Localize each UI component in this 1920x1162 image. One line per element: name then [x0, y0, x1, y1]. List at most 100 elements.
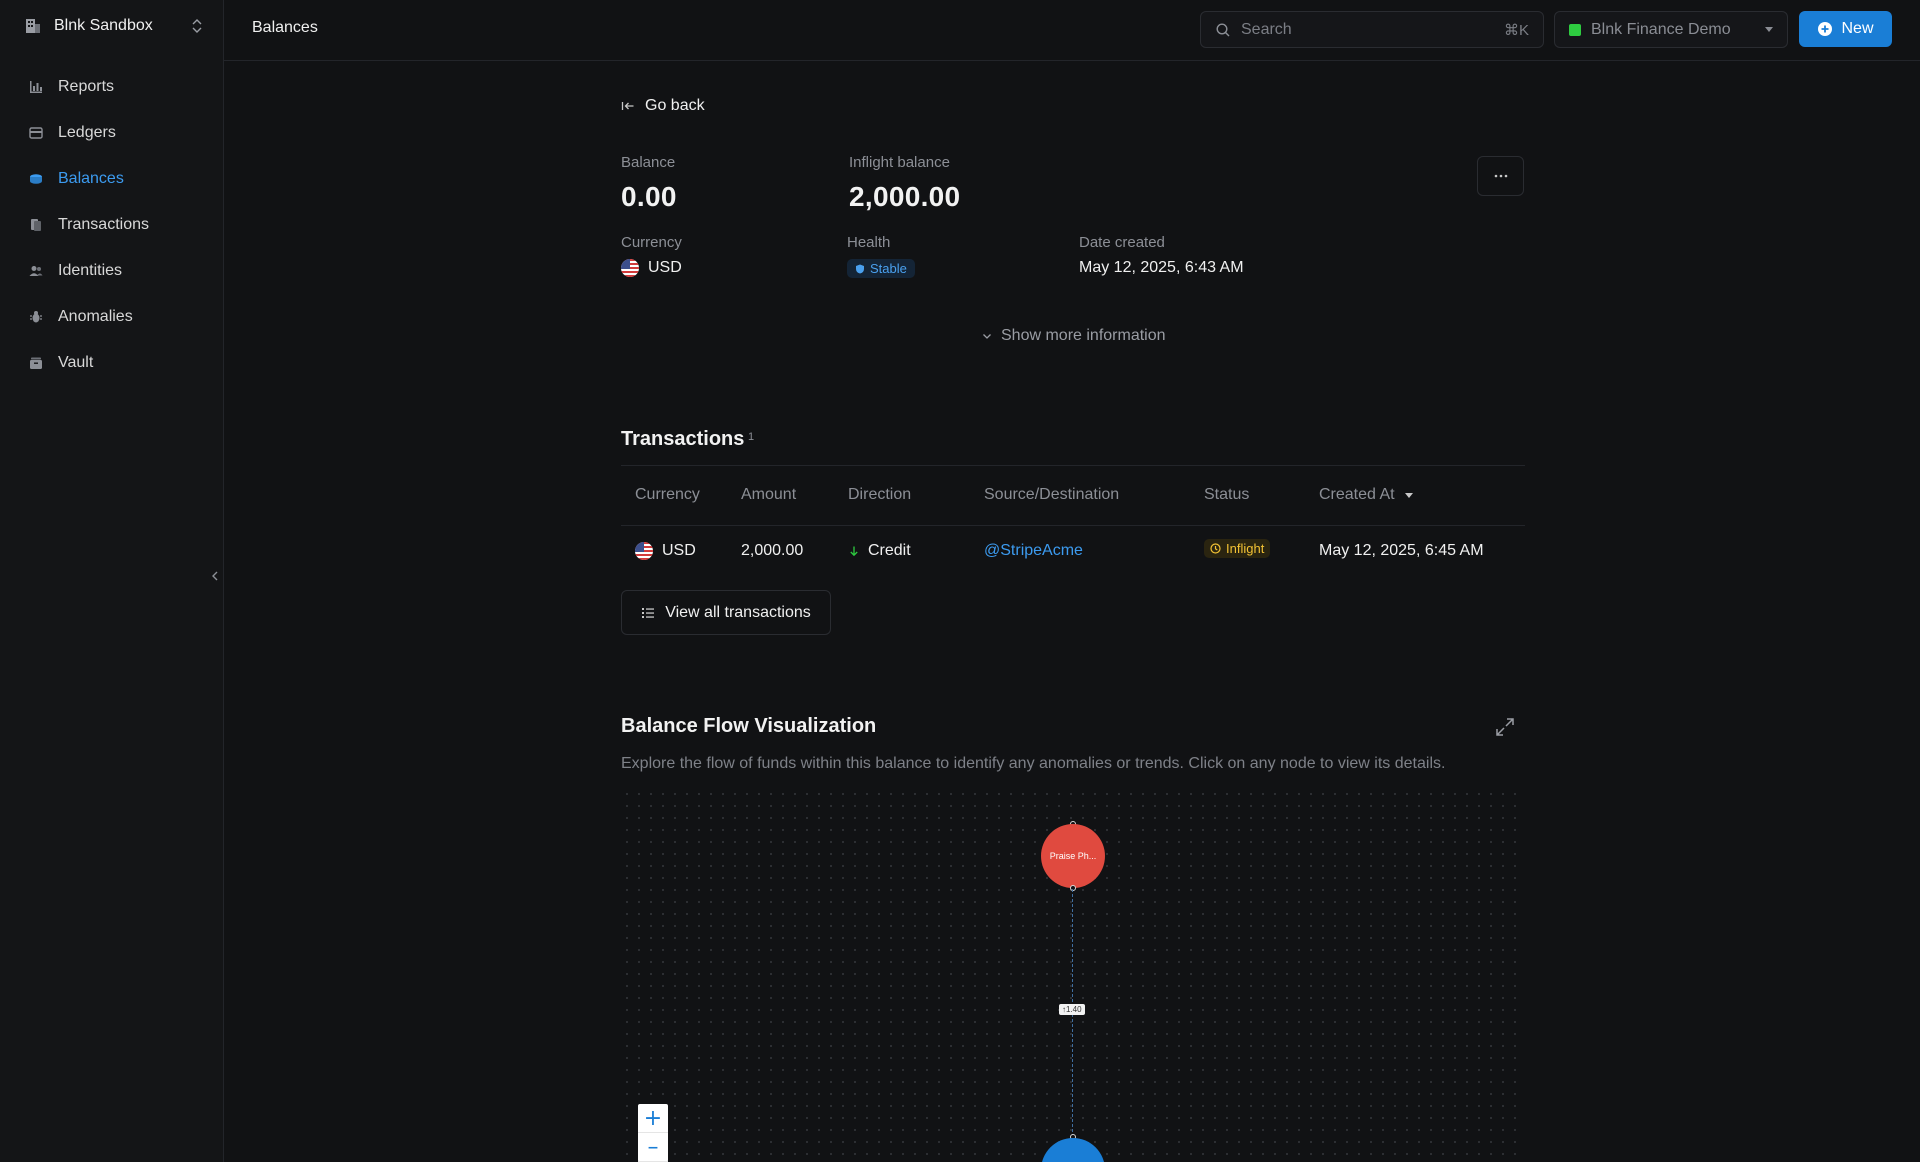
flow-description: Explore the flow of funds within this ba…	[621, 755, 1446, 772]
table-row[interactable]: USD 2,000.00 Credit @StripeAcme Inflight…	[621, 526, 1525, 578]
new-button[interactable]: New	[1799, 11, 1892, 47]
health-badge: Stable	[847, 259, 915, 278]
view-all-label: View all transactions	[665, 603, 811, 621]
workspace-name: Blnk Sandbox	[54, 17, 153, 34]
us-flag-icon	[635, 542, 653, 560]
sidebar-item-balances[interactable]: Balances	[16, 156, 208, 202]
inflight-balance-value: 2,000.00	[849, 181, 961, 212]
building-icon	[26, 19, 40, 33]
status-badge: Inflight	[1204, 539, 1271, 558]
column-header-currency: Currency	[635, 486, 700, 503]
sidebar-item-ledgers[interactable]: Ledgers	[16, 110, 208, 156]
source-node[interactable]: Praise Ph...	[1041, 824, 1105, 888]
transactions-count: 1	[748, 431, 755, 443]
sidebar-item-anomalies[interactable]: Anomalies	[16, 294, 208, 340]
bug-icon	[28, 309, 44, 325]
balance-value: 0.00	[621, 181, 677, 212]
transactions-icon	[28, 217, 44, 233]
organization-icon	[1569, 23, 1581, 36]
organization-select[interactable]: Blnk Finance Demo	[1554, 11, 1788, 48]
sidebar-item-label: Ledgers	[58, 124, 116, 141]
coins-icon	[28, 171, 44, 187]
column-header-created-at[interactable]: Created At	[1319, 486, 1413, 504]
currency-label: Currency	[621, 234, 682, 251]
app-root: Blnk Sandbox Reports Ledgers Balances Tr…	[0, 0, 1920, 1162]
sidebar-item-label: Transactions	[58, 216, 149, 233]
column-header-status: Status	[1204, 486, 1250, 503]
go-back-button[interactable]: Go back	[621, 97, 705, 115]
expand-button[interactable]	[1493, 715, 1517, 739]
flow-canvas[interactable]: Praise Ph... ↑1.40 + –	[621, 788, 1525, 1162]
sidebar-item-label: Identities	[58, 262, 123, 279]
currency-value: USD	[648, 259, 682, 276]
sort-desc-icon	[1404, 492, 1413, 498]
page-title: Balances	[252, 19, 318, 36]
vault-icon	[28, 355, 44, 371]
balance-stat: Balance 0.00	[621, 154, 677, 213]
sidebar-item-label: Anomalies	[58, 308, 133, 325]
workspace-switcher[interactable]: Blnk Sandbox	[24, 12, 204, 40]
organization-name: Blnk Finance Demo	[1591, 20, 1731, 38]
collapse-sidebar-button[interactable]	[208, 566, 222, 586]
row-direction-value: Credit	[868, 542, 911, 559]
sidebar-item-label: Reports	[58, 78, 115, 95]
chevron-up-down-icon	[192, 19, 202, 33]
view-all-transactions-button[interactable]: View all transactions	[621, 590, 831, 635]
go-back-label: Go back	[645, 97, 705, 114]
row-created-at: May 12, 2025, 6:45 AM	[1319, 542, 1484, 559]
zoom-in-button[interactable]: +	[638, 1104, 668, 1133]
sidebar-item-label: Balances	[58, 170, 124, 187]
list-icon	[642, 607, 655, 618]
created-at-label: Created At	[1319, 486, 1395, 503]
target-node[interactable]	[1041, 1138, 1105, 1162]
bar-chart-icon	[28, 79, 44, 95]
column-header-amount: Amount	[741, 486, 797, 503]
health-value: Stable	[870, 261, 907, 276]
sidebar: Blnk Sandbox Reports Ledgers Balances Tr…	[0, 0, 224, 1162]
us-flag-icon	[621, 259, 639, 277]
row-status: Inflight	[1204, 539, 1271, 558]
search-input[interactable]: Search ⌘K	[1200, 11, 1544, 48]
balance-label: Balance	[621, 154, 676, 171]
health-stat: Health Stable	[847, 234, 915, 279]
date-created-label: Date created	[1079, 234, 1165, 251]
column-header-source-destination: Source/Destination	[984, 486, 1120, 503]
show-more-information-button[interactable]: Show more information	[981, 327, 1166, 345]
chevron-down-icon	[983, 334, 991, 339]
sidebar-item-label: Vault	[58, 354, 94, 371]
topbar: Balances Search ⌘K Blnk Finance Demo New	[224, 0, 1920, 61]
search-shortcut: ⌘K	[1503, 21, 1529, 39]
date-created-stat: Date created May 12, 2025, 6:43 AM	[1079, 234, 1244, 277]
column-header-direction: Direction	[848, 486, 912, 503]
date-created-value: May 12, 2025, 6:43 AM	[1079, 259, 1244, 276]
inflight-balance-stat: Inflight balance 2,000.00	[849, 154, 960, 213]
row-direction: Credit	[848, 542, 911, 560]
shield-icon	[856, 264, 864, 273]
expand-icon	[1496, 718, 1514, 736]
row-currency-value: USD	[662, 542, 696, 559]
row-counterparty-link[interactable]: @StripeAcme	[984, 542, 1083, 560]
edge-label[interactable]: ↑1.40	[1059, 1004, 1085, 1015]
sidebar-nav: Reports Ledgers Balances Transactions Id…	[16, 64, 208, 386]
ledger-icon	[28, 125, 44, 141]
arrow-left-to-line-icon	[621, 102, 634, 110]
plus-circle-icon	[1818, 22, 1833, 36]
sidebar-item-identities[interactable]: Identities	[16, 248, 208, 294]
sidebar-item-reports[interactable]: Reports	[16, 64, 208, 110]
search-placeholder: Search	[1241, 20, 1292, 38]
flow-title: Balance Flow Visualization	[621, 715, 877, 737]
sidebar-item-vault[interactable]: Vault	[16, 340, 208, 386]
status-value: Inflight	[1226, 541, 1265, 556]
new-button-label: New	[1841, 20, 1874, 37]
chevron-left-icon	[212, 571, 218, 581]
show-more-label: Show more information	[1001, 327, 1166, 344]
more-options-button[interactable]	[1477, 156, 1524, 196]
ellipsis-icon	[1494, 174, 1507, 178]
health-label: Health	[847, 234, 891, 251]
inflight-balance-label: Inflight balance	[849, 154, 950, 171]
source-node-label: Praise Ph...	[1049, 851, 1097, 861]
users-icon	[28, 263, 44, 279]
sidebar-item-transactions[interactable]: Transactions	[16, 202, 208, 248]
node-handle-bottom[interactable]	[1070, 885, 1076, 891]
zoom-out-button[interactable]: –	[638, 1133, 668, 1162]
